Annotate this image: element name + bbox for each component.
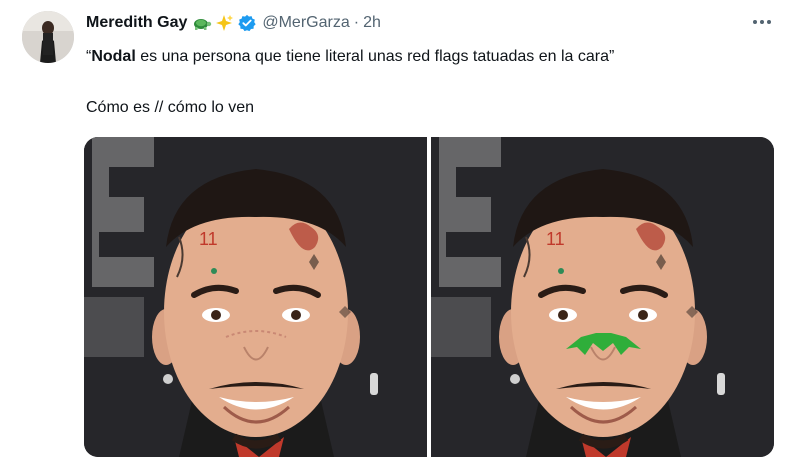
tweet-text-line-2: Cómo es // cómo lo ven (86, 99, 255, 116)
quote-rest: es una persona que tiene literal unas re… (135, 48, 615, 65)
tweet-header: Meredith Gay @MerGarza · 2h (86, 12, 381, 34)
avatar[interactable] (22, 11, 74, 63)
media-image-left[interactable]: 11 (84, 137, 427, 457)
tweet-text-line-1: “Nodal es una persona que tiene literal … (86, 46, 614, 68)
author-handle[interactable]: @MerGarza (262, 14, 349, 32)
tweet-media-grid: 11 11 (84, 137, 774, 457)
turtle-icon (194, 19, 212, 30)
sparkles-icon (216, 15, 234, 31)
tweet-timestamp[interactable]: 2h (363, 14, 381, 32)
svg-text:11: 11 (199, 229, 218, 249)
media-image-right[interactable]: 11 (431, 137, 774, 457)
bold-word: Nodal (91, 48, 136, 65)
ellipsis-icon (753, 20, 771, 24)
more-options-button[interactable] (750, 13, 774, 31)
svg-text:11: 11 (546, 229, 565, 249)
author-name[interactable]: Meredith Gay (86, 14, 187, 32)
name-emojis (192, 14, 234, 32)
verified-badge-icon (238, 14, 257, 32)
dot-separator: · (353, 14, 360, 31)
